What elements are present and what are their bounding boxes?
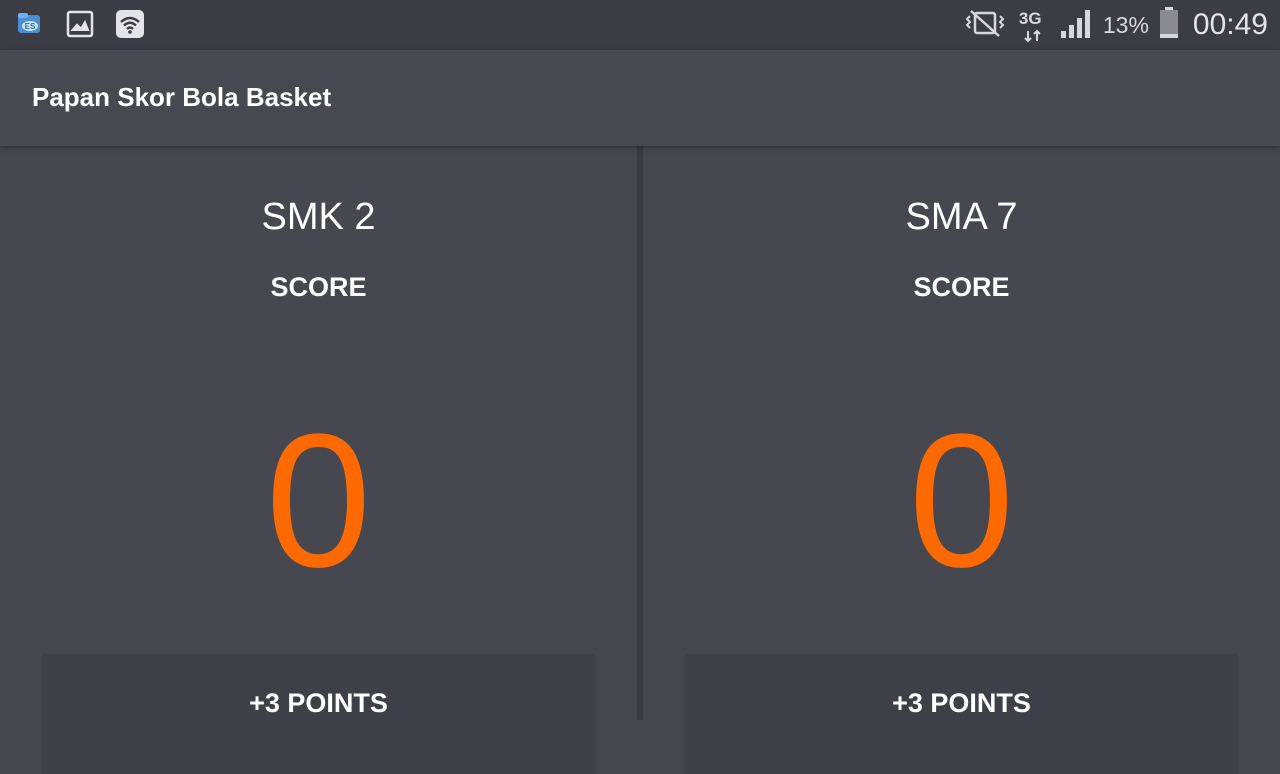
status-bar: ES 3G 13% 00:49 — [0, 0, 1280, 50]
score-label: SCORE — [913, 272, 1010, 302]
vibrate-mute-icon — [961, 8, 1009, 43]
scoreboard: SMK 2 SCORE 0 +3 POINTS SMA 7 SCORE 0 +3… — [0, 146, 1280, 774]
score-value: 0 — [265, 395, 372, 607]
signal-icon — [1059, 7, 1093, 44]
add-3-points-button[interactable]: +3 POINTS — [43, 654, 594, 774]
status-bar-right-icons: 3G 13% 00:49 — [961, 0, 1268, 50]
battery-icon — [1159, 6, 1179, 44]
status-bar-left-icons: ES — [16, 10, 144, 38]
team-panel-a: SMK 2 SCORE 0 +3 POINTS — [0, 146, 637, 774]
app-bar: Papan Skor Bola Basket — [0, 50, 1280, 146]
status-time: 00:49 — [1192, 8, 1268, 41]
points-button-label: +3 POINTS — [249, 688, 388, 718]
image-icon — [66, 10, 94, 38]
network-type-label: 3G — [1018, 9, 1042, 28]
file-manager-icon: ES — [16, 10, 44, 38]
svg-text:ES: ES — [25, 22, 36, 31]
team-name: SMA 7 — [905, 196, 1018, 238]
wifi-icon — [116, 10, 144, 38]
score-label: SCORE — [270, 272, 367, 302]
app-title: Papan Skor Bola Basket — [32, 82, 332, 112]
team-panel-b: SMA 7 SCORE 0 +3 POINTS — [643, 146, 1280, 774]
network-3g-icon: 3G — [1019, 5, 1049, 45]
battery-percent: 13% — [1102, 11, 1149, 38]
add-3-points-button[interactable]: +3 POINTS — [686, 654, 1237, 774]
team-name: SMK 2 — [261, 196, 376, 238]
points-button-label: +3 POINTS — [892, 688, 1031, 718]
score-value: 0 — [908, 395, 1015, 607]
